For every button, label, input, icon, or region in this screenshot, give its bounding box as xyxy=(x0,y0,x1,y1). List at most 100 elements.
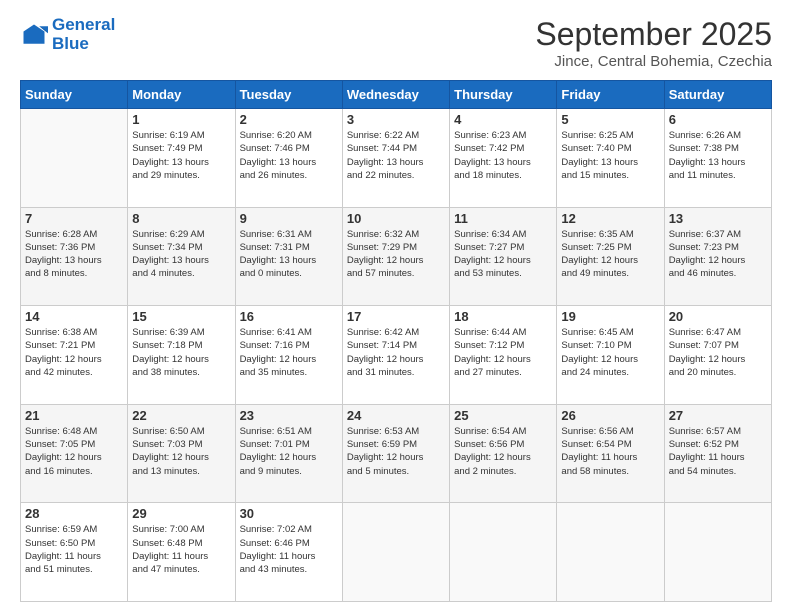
day-number: 13 xyxy=(669,211,767,226)
day-number: 28 xyxy=(25,506,123,521)
table-row: 1 Sunrise: 6:19 AMSunset: 7:49 PMDaylight… xyxy=(128,109,235,208)
day-info: Sunrise: 6:28 AMSunset: 7:36 PMDaylight:… xyxy=(25,228,123,281)
table-row: 9 Sunrise: 6:31 AMSunset: 7:31 PMDaylight… xyxy=(235,207,342,306)
day-info: Sunrise: 6:42 AMSunset: 7:14 PMDaylight:… xyxy=(347,326,445,379)
logo-text: General Blue xyxy=(52,16,115,53)
table-row: 26 Sunrise: 6:56 AMSunset: 6:54 PMDayligh… xyxy=(557,404,664,503)
header: General Blue September 2025 Jince, Centr… xyxy=(20,16,772,70)
col-sunday: Sunday xyxy=(21,81,128,109)
table-row: 24Sunrise: 6:53 AMSunset: 6:59 PMDayligh… xyxy=(342,404,449,503)
day-number: 5 xyxy=(561,112,659,127)
table-row: 7 Sunrise: 6:28 AMSunset: 7:36 PMDaylight… xyxy=(21,207,128,306)
logo-icon xyxy=(20,21,48,49)
table-row: 17 Sunrise: 6:42 AMSunset: 7:14 PMDayligh… xyxy=(342,306,449,405)
page: General Blue September 2025 Jince, Centr… xyxy=(0,0,792,612)
day-number: 20 xyxy=(669,309,767,324)
day-info: Sunrise: 6:19 AMSunset: 7:49 PMDaylight:… xyxy=(132,129,230,182)
day-number: 19 xyxy=(561,309,659,324)
day-number: 3 xyxy=(347,112,445,127)
table-row xyxy=(557,503,664,602)
day-info: Sunrise: 6:25 AMSunset: 7:40 PMDaylight:… xyxy=(561,129,659,182)
calendar-week-row: 21 Sunrise: 6:48 AMSunset: 7:05 PMDayligh… xyxy=(21,404,772,503)
day-info: Sunrise: 6:37 AMSunset: 7:23 PMDaylight:… xyxy=(669,228,767,281)
day-number: 24 xyxy=(347,408,445,423)
day-number: 11 xyxy=(454,211,552,226)
day-number: 4 xyxy=(454,112,552,127)
day-info: Sunrise: 7:02 AMSunset: 6:46 PMDaylight:… xyxy=(240,523,338,576)
day-info: Sunrise: 6:20 AMSunset: 7:46 PMDaylight:… xyxy=(240,129,338,182)
day-number: 12 xyxy=(561,211,659,226)
day-number: 26 xyxy=(561,408,659,423)
day-info: Sunrise: 6:38 AMSunset: 7:21 PMDaylight:… xyxy=(25,326,123,379)
day-number: 18 xyxy=(454,309,552,324)
table-row: 5 Sunrise: 6:25 AMSunset: 7:40 PMDaylight… xyxy=(557,109,664,208)
table-row: 16Sunrise: 6:41 AMSunset: 7:16 PMDayligh… xyxy=(235,306,342,405)
day-number: 15 xyxy=(132,309,230,324)
day-number: 22 xyxy=(132,408,230,423)
day-info: Sunrise: 6:56 AMSunset: 6:54 PMDaylight:… xyxy=(561,425,659,478)
col-friday: Friday xyxy=(557,81,664,109)
day-info: Sunrise: 6:23 AMSunset: 7:42 PMDaylight:… xyxy=(454,129,552,182)
col-saturday: Saturday xyxy=(664,81,771,109)
day-number: 30 xyxy=(240,506,338,521)
day-number: 29 xyxy=(132,506,230,521)
day-number: 9 xyxy=(240,211,338,226)
day-info: Sunrise: 6:57 AMSunset: 6:52 PMDaylight:… xyxy=(669,425,767,478)
day-number: 27 xyxy=(669,408,767,423)
day-info: Sunrise: 6:35 AMSunset: 7:25 PMDaylight:… xyxy=(561,228,659,281)
day-info: Sunrise: 6:59 AMSunset: 6:50 PMDaylight:… xyxy=(25,523,123,576)
day-number: 16 xyxy=(240,309,338,324)
table-row: 20Sunrise: 6:47 AMSunset: 7:07 PMDayligh… xyxy=(664,306,771,405)
table-row: 18 Sunrise: 6:44 AMSunset: 7:12 PMDayligh… xyxy=(450,306,557,405)
col-wednesday: Wednesday xyxy=(342,81,449,109)
day-info: Sunrise: 6:45 AMSunset: 7:10 PMDaylight:… xyxy=(561,326,659,379)
day-info: Sunrise: 6:54 AMSunset: 6:56 PMDaylight:… xyxy=(454,425,552,478)
table-row: 2 Sunrise: 6:20 AMSunset: 7:46 PMDaylight… xyxy=(235,109,342,208)
day-number: 8 xyxy=(132,211,230,226)
day-number: 23 xyxy=(240,408,338,423)
day-number: 10 xyxy=(347,211,445,226)
day-info: Sunrise: 6:50 AMSunset: 7:03 PMDaylight:… xyxy=(132,425,230,478)
col-thursday: Thursday xyxy=(450,81,557,109)
table-row: 14 Sunrise: 6:38 AMSunset: 7:21 PMDayligh… xyxy=(21,306,128,405)
table-row: 29Sunrise: 7:00 AMSunset: 6:48 PMDayligh… xyxy=(128,503,235,602)
table-row: 11Sunrise: 6:34 AMSunset: 7:27 PMDayligh… xyxy=(450,207,557,306)
table-row: 6Sunrise: 6:26 AMSunset: 7:38 PMDaylight… xyxy=(664,109,771,208)
calendar-week-row: 14 Sunrise: 6:38 AMSunset: 7:21 PMDayligh… xyxy=(21,306,772,405)
col-tuesday: Tuesday xyxy=(235,81,342,109)
table-row: 19 Sunrise: 6:45 AMSunset: 7:10 PMDayligh… xyxy=(557,306,664,405)
table-row xyxy=(21,109,128,208)
table-row xyxy=(450,503,557,602)
calendar-header-row: Sunday Monday Tuesday Wednesday Thursday… xyxy=(21,81,772,109)
calendar-table: Sunday Monday Tuesday Wednesday Thursday… xyxy=(20,80,772,602)
calendar-week-row: 7 Sunrise: 6:28 AMSunset: 7:36 PMDaylight… xyxy=(21,207,772,306)
day-info: Sunrise: 6:22 AMSunset: 7:44 PMDaylight:… xyxy=(347,129,445,182)
day-number: 14 xyxy=(25,309,123,324)
table-row: 10 Sunrise: 6:32 AMSunset: 7:29 PMDayligh… xyxy=(342,207,449,306)
day-number: 1 xyxy=(132,112,230,127)
table-row xyxy=(664,503,771,602)
col-monday: Monday xyxy=(128,81,235,109)
table-row xyxy=(342,503,449,602)
table-row: 27 Sunrise: 6:57 AMSunset: 6:52 PMDayligh… xyxy=(664,404,771,503)
day-number: 21 xyxy=(25,408,123,423)
day-info: Sunrise: 6:44 AMSunset: 7:12 PMDaylight:… xyxy=(454,326,552,379)
day-number: 2 xyxy=(240,112,338,127)
table-row: 28 Sunrise: 6:59 AMSunset: 6:50 PMDayligh… xyxy=(21,503,128,602)
title-section: September 2025 Jince, Central Bohemia, C… xyxy=(535,16,772,70)
day-info: Sunrise: 6:29 AMSunset: 7:34 PMDaylight:… xyxy=(132,228,230,281)
table-row: 13 Sunrise: 6:37 AMSunset: 7:23 PMDayligh… xyxy=(664,207,771,306)
table-row: 21 Sunrise: 6:48 AMSunset: 7:05 PMDayligh… xyxy=(21,404,128,503)
table-row: 30 Sunrise: 7:02 AMSunset: 6:46 PMDayligh… xyxy=(235,503,342,602)
day-number: 17 xyxy=(347,309,445,324)
day-info: Sunrise: 6:51 AMSunset: 7:01 PMDaylight:… xyxy=(240,425,338,478)
day-info: Sunrise: 6:32 AMSunset: 7:29 PMDaylight:… xyxy=(347,228,445,281)
day-info: Sunrise: 6:31 AMSunset: 7:31 PMDaylight:… xyxy=(240,228,338,281)
day-number: 6 xyxy=(669,112,767,127)
table-row: 23 Sunrise: 6:51 AMSunset: 7:01 PMDayligh… xyxy=(235,404,342,503)
day-number: 7 xyxy=(25,211,123,226)
day-info: Sunrise: 6:48 AMSunset: 7:05 PMDaylight:… xyxy=(25,425,123,478)
table-row: 12 Sunrise: 6:35 AMSunset: 7:25 PMDayligh… xyxy=(557,207,664,306)
calendar-week-row: 28 Sunrise: 6:59 AMSunset: 6:50 PMDayligh… xyxy=(21,503,772,602)
table-row: 8 Sunrise: 6:29 AMSunset: 7:34 PMDaylight… xyxy=(128,207,235,306)
